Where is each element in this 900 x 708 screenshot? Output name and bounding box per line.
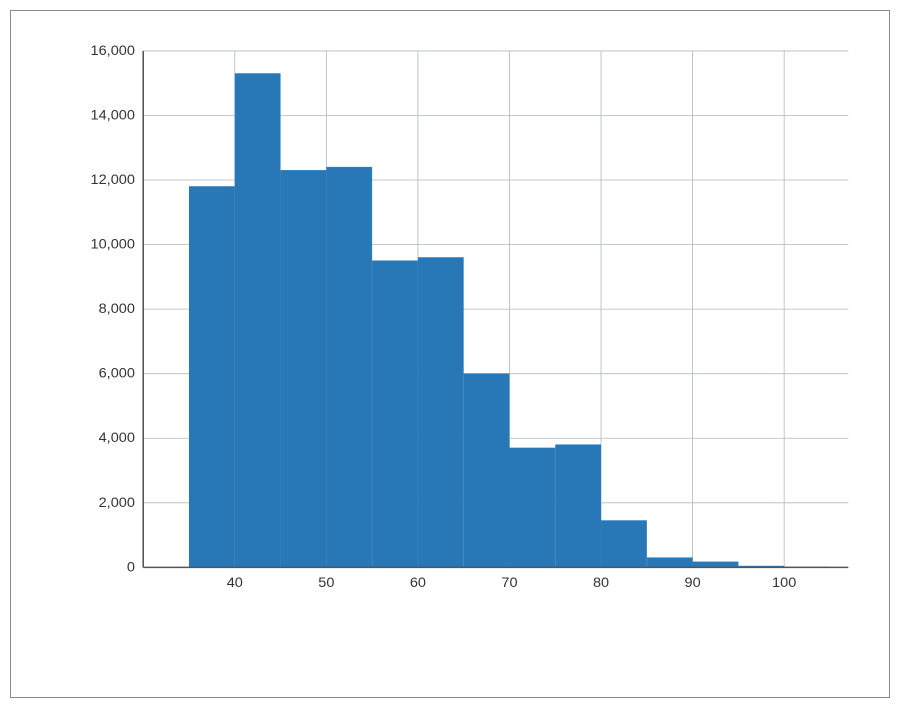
svg-text:4,000: 4,000 — [99, 430, 135, 446]
svg-text:60: 60 — [410, 575, 426, 591]
svg-text:10,000: 10,000 — [91, 237, 135, 253]
svg-text:100: 100 — [772, 575, 796, 591]
svg-text:0: 0 — [127, 560, 135, 576]
svg-text:40: 40 — [227, 575, 243, 591]
chart-container: 0 2,000 4,000 6,000 8,000 10,000 12,000 14,000 1… — [10, 10, 890, 698]
svg-text:8,000: 8,000 — [99, 301, 135, 317]
svg-text:80: 80 — [593, 575, 609, 591]
svg-text:6,000: 6,000 — [99, 366, 135, 382]
chart-area: 0 2,000 4,000 6,000 8,000 10,000 12,000 14,000 1… — [81, 41, 869, 617]
svg-text:2,000: 2,000 — [99, 495, 135, 511]
svg-text:90: 90 — [685, 575, 701, 591]
svg-text:16,000: 16,000 — [91, 43, 135, 59]
svg-text:14,000: 14,000 — [91, 108, 135, 124]
svg-text:50: 50 — [318, 575, 334, 591]
histogram-svg: 0 2,000 4,000 6,000 8,000 10,000 12,000 14,000 1… — [81, 41, 869, 617]
svg-text:12,000: 12,000 — [91, 172, 135, 188]
svg-text:70: 70 — [501, 575, 517, 591]
